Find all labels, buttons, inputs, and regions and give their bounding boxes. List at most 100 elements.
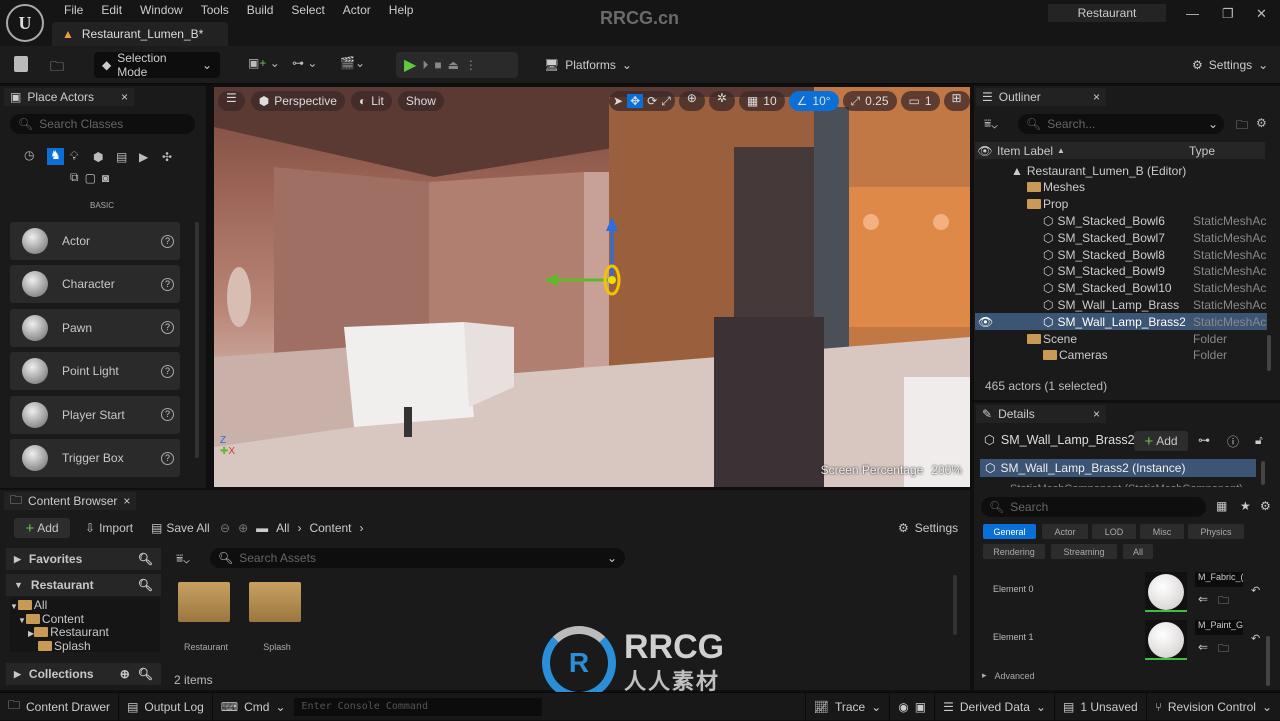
blueprint-icon[interactable]: ⊶ ⌄	[292, 56, 317, 70]
component-row[interactable]: StaticMeshComponent (StaticMeshComponent…	[1010, 479, 1256, 487]
favorites-section[interactable]: ▶ Favorites 🔍︎	[6, 548, 161, 570]
actor-item[interactable]: Character?	[10, 265, 180, 304]
outliner-row[interactable]: ⬡ SM_Wall_Lamp_Brass StaticMeshAc	[975, 296, 1267, 313]
volumes-icon[interactable]: ✣	[162, 150, 179, 164]
outliner-scrollbar[interactable]	[1267, 335, 1271, 371]
geometry-icon[interactable]: ▢	[85, 171, 96, 185]
output-log-button[interactable]: ▤ Output Log	[119, 692, 213, 721]
search-classes-input[interactable]: 🔍︎ Search Classes	[10, 114, 195, 134]
content-settings-button[interactable]: ⚙ Settings	[898, 521, 958, 535]
trace-dropdown[interactable]: 📈︎ Trace ⌄	[804, 692, 891, 721]
outliner-tab[interactable]: ☰ Outliner ×	[976, 88, 1106, 106]
tree-item-splash[interactable]: Splash	[10, 639, 160, 653]
cmd-dropdown[interactable]: ⌨ Cmd ⌄	[213, 693, 294, 721]
search-icon[interactable]: 🔍︎	[138, 578, 153, 592]
actor-item[interactable]: Pawn?	[10, 308, 180, 347]
gear-icon[interactable]: ⚙	[1260, 499, 1271, 513]
outliner-row[interactable]: ⬡ SM_Stacked_Bowl6 StaticMeshAc	[975, 212, 1267, 229]
lock-icon[interactable]: 🔓︎	[1255, 433, 1263, 448]
menu-window[interactable]: Window	[131, 3, 192, 17]
details-scrollbar[interactable]	[1266, 636, 1270, 686]
browse-icon[interactable]: 🗀	[1218, 592, 1229, 611]
grid-snap-button[interactable]: ▦ 10	[738, 91, 785, 111]
filter-tab[interactable]: Misc	[1140, 524, 1184, 539]
outliner-row[interactable]: Scene Folder	[975, 330, 1267, 347]
close-tab-icon[interactable]: ×	[1093, 90, 1100, 104]
forward-icon[interactable]: ⊕	[238, 521, 248, 535]
maximize-icon[interactable]: ❐	[1222, 6, 1234, 22]
filter-tab[interactable]: LOD	[1092, 524, 1136, 539]
breadcrumb-all[interactable]: All	[276, 521, 289, 535]
viewport-menu-icon[interactable]: ☰	[218, 91, 245, 111]
camera-speed-button[interactable]: ▭ 1	[900, 91, 940, 111]
browse-content-icon[interactable]: 🗀	[50, 56, 64, 80]
reset-arrow-icon[interactable]: ↶	[1251, 584, 1260, 597]
material-selector[interactable]: M_Fabric_(	[1195, 572, 1243, 587]
perspective-button[interactable]: ⬢ Perspective	[250, 91, 345, 111]
details-search-input[interactable]: 🔍︎ Search	[981, 497, 1206, 517]
search-assets-input[interactable]: 🔍︎ Search Assets ⌄	[210, 548, 625, 568]
menu-tools[interactable]: Tools	[192, 3, 238, 17]
outliner-row[interactable]: ⬡ SM_Stacked_Bowl8 StaticMeshAc	[975, 246, 1267, 263]
record-icon[interactable]: ◉	[898, 700, 908, 714]
filter-tab[interactable]: Actor	[1042, 524, 1088, 539]
actor-item[interactable]: Player Start?	[10, 395, 180, 434]
viewport-layout-icon[interactable]: ⊞	[943, 91, 970, 111]
places-icon[interactable]: ◙	[102, 171, 109, 185]
help-icon[interactable]: ⓘ	[1227, 433, 1239, 450]
property-matrix-icon[interactable]: ▦	[1216, 499, 1227, 513]
level-viewport[interactable]: ☰ ⬢ Perspective ◐ Lit Show ➤ ✥ ⟳ ⤢ ⊕ ✲ ▦ 10…	[214, 87, 970, 487]
visibility-eye-icon[interactable]: 👁︎	[978, 315, 993, 329]
lit-button[interactable]: ◐ Lit	[350, 91, 392, 111]
material-thumbnail[interactable]	[1145, 572, 1187, 612]
filter-tab[interactable]: Streaming	[1051, 544, 1117, 559]
filter-tab[interactable]: Rendering	[983, 544, 1045, 559]
derived-data-dropdown[interactable]: ☰ Derived Data ⌄	[935, 692, 1055, 721]
content-drawer-button[interactable]: 🗀 Content Drawer	[0, 692, 120, 721]
breadcrumb-content[interactable]: Content	[309, 521, 351, 535]
menu-file[interactable]: File	[55, 3, 92, 17]
star-icon[interactable]: ★	[1240, 499, 1251, 513]
components-scrollbar[interactable]	[1261, 461, 1265, 485]
asset-tile-restaurant[interactable]: Restaurant	[178, 582, 234, 652]
back-icon[interactable]: ⊖	[220, 521, 230, 535]
help-icon[interactable]: ?	[161, 234, 174, 248]
close-tab-icon[interactable]: ×	[1093, 407, 1100, 421]
help-icon[interactable]: ?	[161, 321, 174, 335]
close-tab-icon[interactable]: ×	[123, 494, 130, 508]
filter-tab[interactable]: General	[983, 524, 1036, 539]
outliner-row[interactable]: ▲ Restaurant_Lumen_B (Editor)	[975, 162, 1267, 179]
column-item-label[interactable]: Item Label	[997, 144, 1053, 158]
show-button[interactable]: Show	[397, 91, 444, 111]
filter-tab[interactable]: Physics	[1188, 524, 1244, 539]
tree-item-content[interactable]: ▼ Content	[10, 612, 160, 626]
search-icon[interactable]: 🔍︎	[138, 552, 153, 566]
assets-scrollbar[interactable]	[953, 575, 957, 635]
world-local-icon[interactable]: ⊕	[678, 91, 705, 111]
save-all-button[interactable]: ▤ Save All	[151, 521, 210, 535]
recent-icon[interactable]: ◷	[24, 148, 41, 165]
close-window-icon[interactable]: ✕	[1256, 6, 1267, 22]
console-command-input[interactable]: Enter Console Command	[293, 697, 542, 716]
cinematics-icon[interactable]: 🎬⌄	[340, 56, 365, 70]
visual-effects-icon[interactable]: ▶	[139, 150, 156, 164]
unreal-logo-icon[interactable]: U	[6, 4, 44, 42]
advanced-section[interactable]: ▸ Advanced	[982, 670, 1035, 681]
filter-tab[interactable]: All	[1123, 544, 1153, 559]
outliner-row[interactable]: ⬡ SM_Stacked_Bowl10 StaticMeshAc	[975, 280, 1267, 297]
outliner-row[interactable]: Meshes	[975, 179, 1267, 196]
add-button[interactable]: + Add	[14, 518, 70, 538]
asset-tile-splash[interactable]: Splash	[249, 582, 305, 652]
place-actors-scrollbar[interactable]	[195, 222, 199, 458]
outliner-row[interactable]: 👁︎ ⬡ SM_Wall_Lamp_Brass2 StaticMeshAc	[975, 313, 1267, 331]
gear-icon[interactable]: ⚙	[1256, 116, 1267, 130]
basic-category-icon[interactable]: ♞	[47, 148, 64, 165]
actor-item[interactable]: Point Light?	[10, 352, 180, 391]
add-actor-icon[interactable]: ▣+ ⌄	[248, 56, 280, 70]
restaurant-section[interactable]: ▼ Restaurant 🔍︎	[6, 574, 161, 596]
material-selector[interactable]: M_Paint_Gr	[1195, 620, 1243, 635]
cinematic-icon[interactable]: ▤	[116, 150, 133, 164]
menu-edit[interactable]: Edit	[92, 3, 131, 17]
scale-snap-button[interactable]: ⤢ 0.25	[842, 91, 897, 111]
use-selected-icon[interactable]: ⇐	[1198, 592, 1208, 606]
